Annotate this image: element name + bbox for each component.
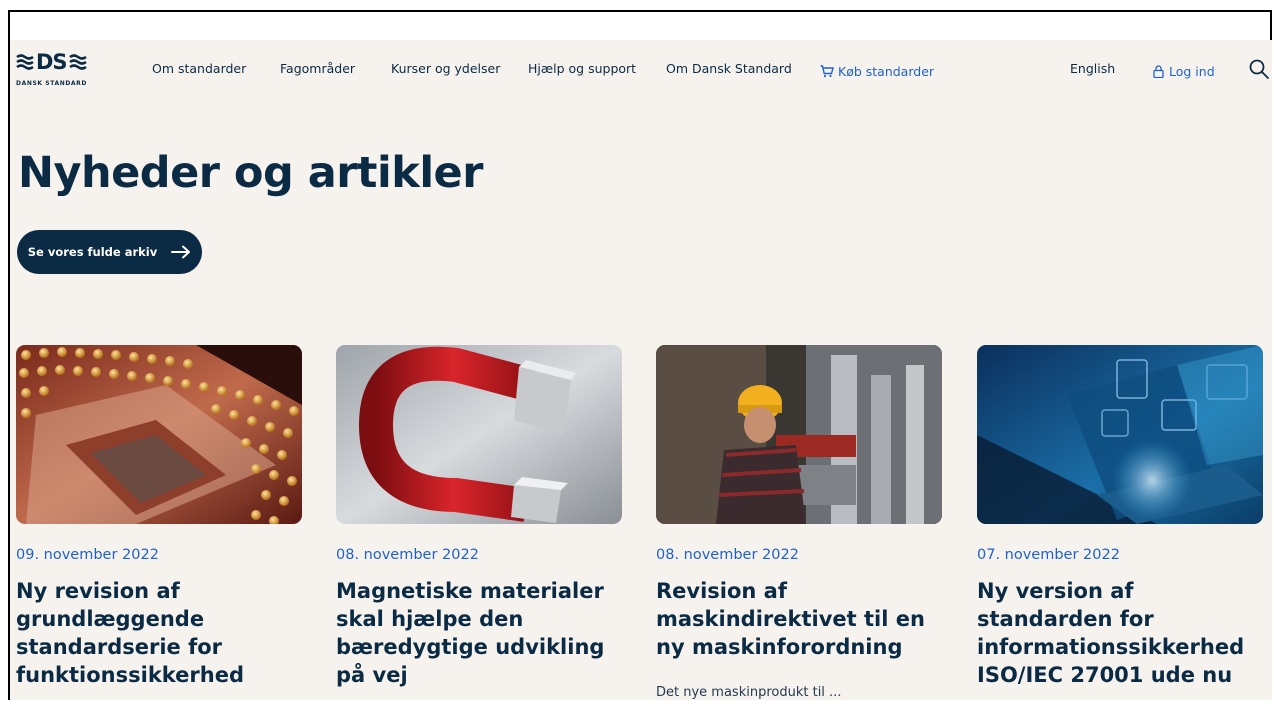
article-title[interactable]: Ny revision af grundlæggende standardser… (16, 577, 300, 689)
login-link[interactable]: Log ind (1153, 61, 1215, 81)
dansk-standard-logo[interactable]: DS DANSK STANDARD (16, 50, 96, 92)
nav-fagomraader[interactable]: Fagområder (280, 61, 355, 81)
page-title: Nyheder og artikler (18, 148, 483, 198)
logo-subtitle: DANSK STANDARD (16, 80, 87, 87)
article-card[interactable]: 09. november 2022 Ny revision af grundlæ… (16, 345, 302, 687)
engineer-image (656, 345, 942, 524)
site-header: DS DANSK STANDARD Om standarder Fagområd… (10, 40, 1272, 100)
logo-text: DS (36, 50, 68, 74)
nav-om-dansk-standard[interactable]: Om Dansk Standard (666, 61, 792, 81)
koeb-standarder-label: Køb standarder (838, 63, 935, 79)
search-icon[interactable] (1248, 58, 1270, 80)
article-card[interactable]: 08. november 2022 Revision af maskindire… (656, 345, 942, 700)
article-date: 09. november 2022 (16, 547, 159, 563)
login-label: Log ind (1169, 63, 1215, 79)
nav-koeb-standarder[interactable]: Køb standarder (820, 61, 934, 81)
logo-wave-right-icon (68, 54, 87, 70)
nav-kurser-og-ydelser[interactable]: Kurser og ydelser (391, 61, 500, 81)
article-title[interactable]: Magnetiske materialer skal hjælpe den bæ… (336, 577, 620, 689)
arrow-right-icon (171, 245, 191, 259)
lock-icon (1153, 64, 1164, 78)
microchip-image (16, 345, 302, 524)
article-card[interactable]: 07. november 2022 Ny version af standard… (977, 345, 1263, 687)
page: DS DANSK STANDARD Om standarder Fagområd… (10, 40, 1272, 700)
article-snippet: Det nye maskinprodukt til ... (656, 685, 842, 700)
cart-icon (820, 64, 834, 77)
laptop-security-image (977, 345, 1263, 524)
article-date: 08. november 2022 (656, 547, 799, 563)
article-title[interactable]: Revision af maskindirektivet til en ny m… (656, 577, 940, 661)
magnet-image (336, 345, 622, 524)
article-card[interactable]: 08. november 2022 Magnetiske materialer … (336, 345, 622, 687)
article-date: 07. november 2022 (977, 547, 1120, 563)
article-title[interactable]: Ny version af standarden for information… (977, 577, 1261, 689)
nav-hjaelp-og-support[interactable]: Hjælp og support (528, 61, 636, 81)
nav-om-standarder[interactable]: Om standarder (152, 61, 246, 81)
archive-button-label: Se vores fulde arkiv (27, 245, 158, 259)
logo-mark: DS (16, 50, 96, 74)
logo-wave-left-icon (16, 54, 34, 70)
language-link[interactable]: English (1070, 61, 1115, 81)
archive-button[interactable]: Se vores fulde arkiv (17, 230, 202, 274)
article-date: 08. november 2022 (336, 547, 479, 563)
